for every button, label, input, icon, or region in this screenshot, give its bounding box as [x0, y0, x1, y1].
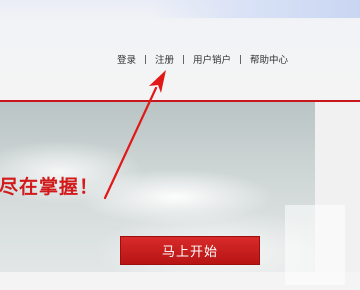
banner-slogan: 尽在掌握！ [0, 176, 100, 198]
cancel-account-link[interactable]: 用户销户 [193, 52, 231, 66]
watermark-overlay [285, 205, 345, 285]
nav-divider [183, 54, 185, 64]
login-link[interactable]: 登录 [117, 52, 136, 66]
start-now-button[interactable]: 马上开始 [120, 236, 260, 265]
register-link[interactable]: 注册 [155, 52, 174, 66]
top-nav: 登录 注册 用户销户 帮助中心 [117, 52, 288, 66]
header-top-gradient [150, 0, 360, 18]
help-center-link[interactable]: 帮助中心 [250, 52, 288, 66]
nav-divider [145, 54, 147, 64]
nav-divider [240, 54, 242, 64]
